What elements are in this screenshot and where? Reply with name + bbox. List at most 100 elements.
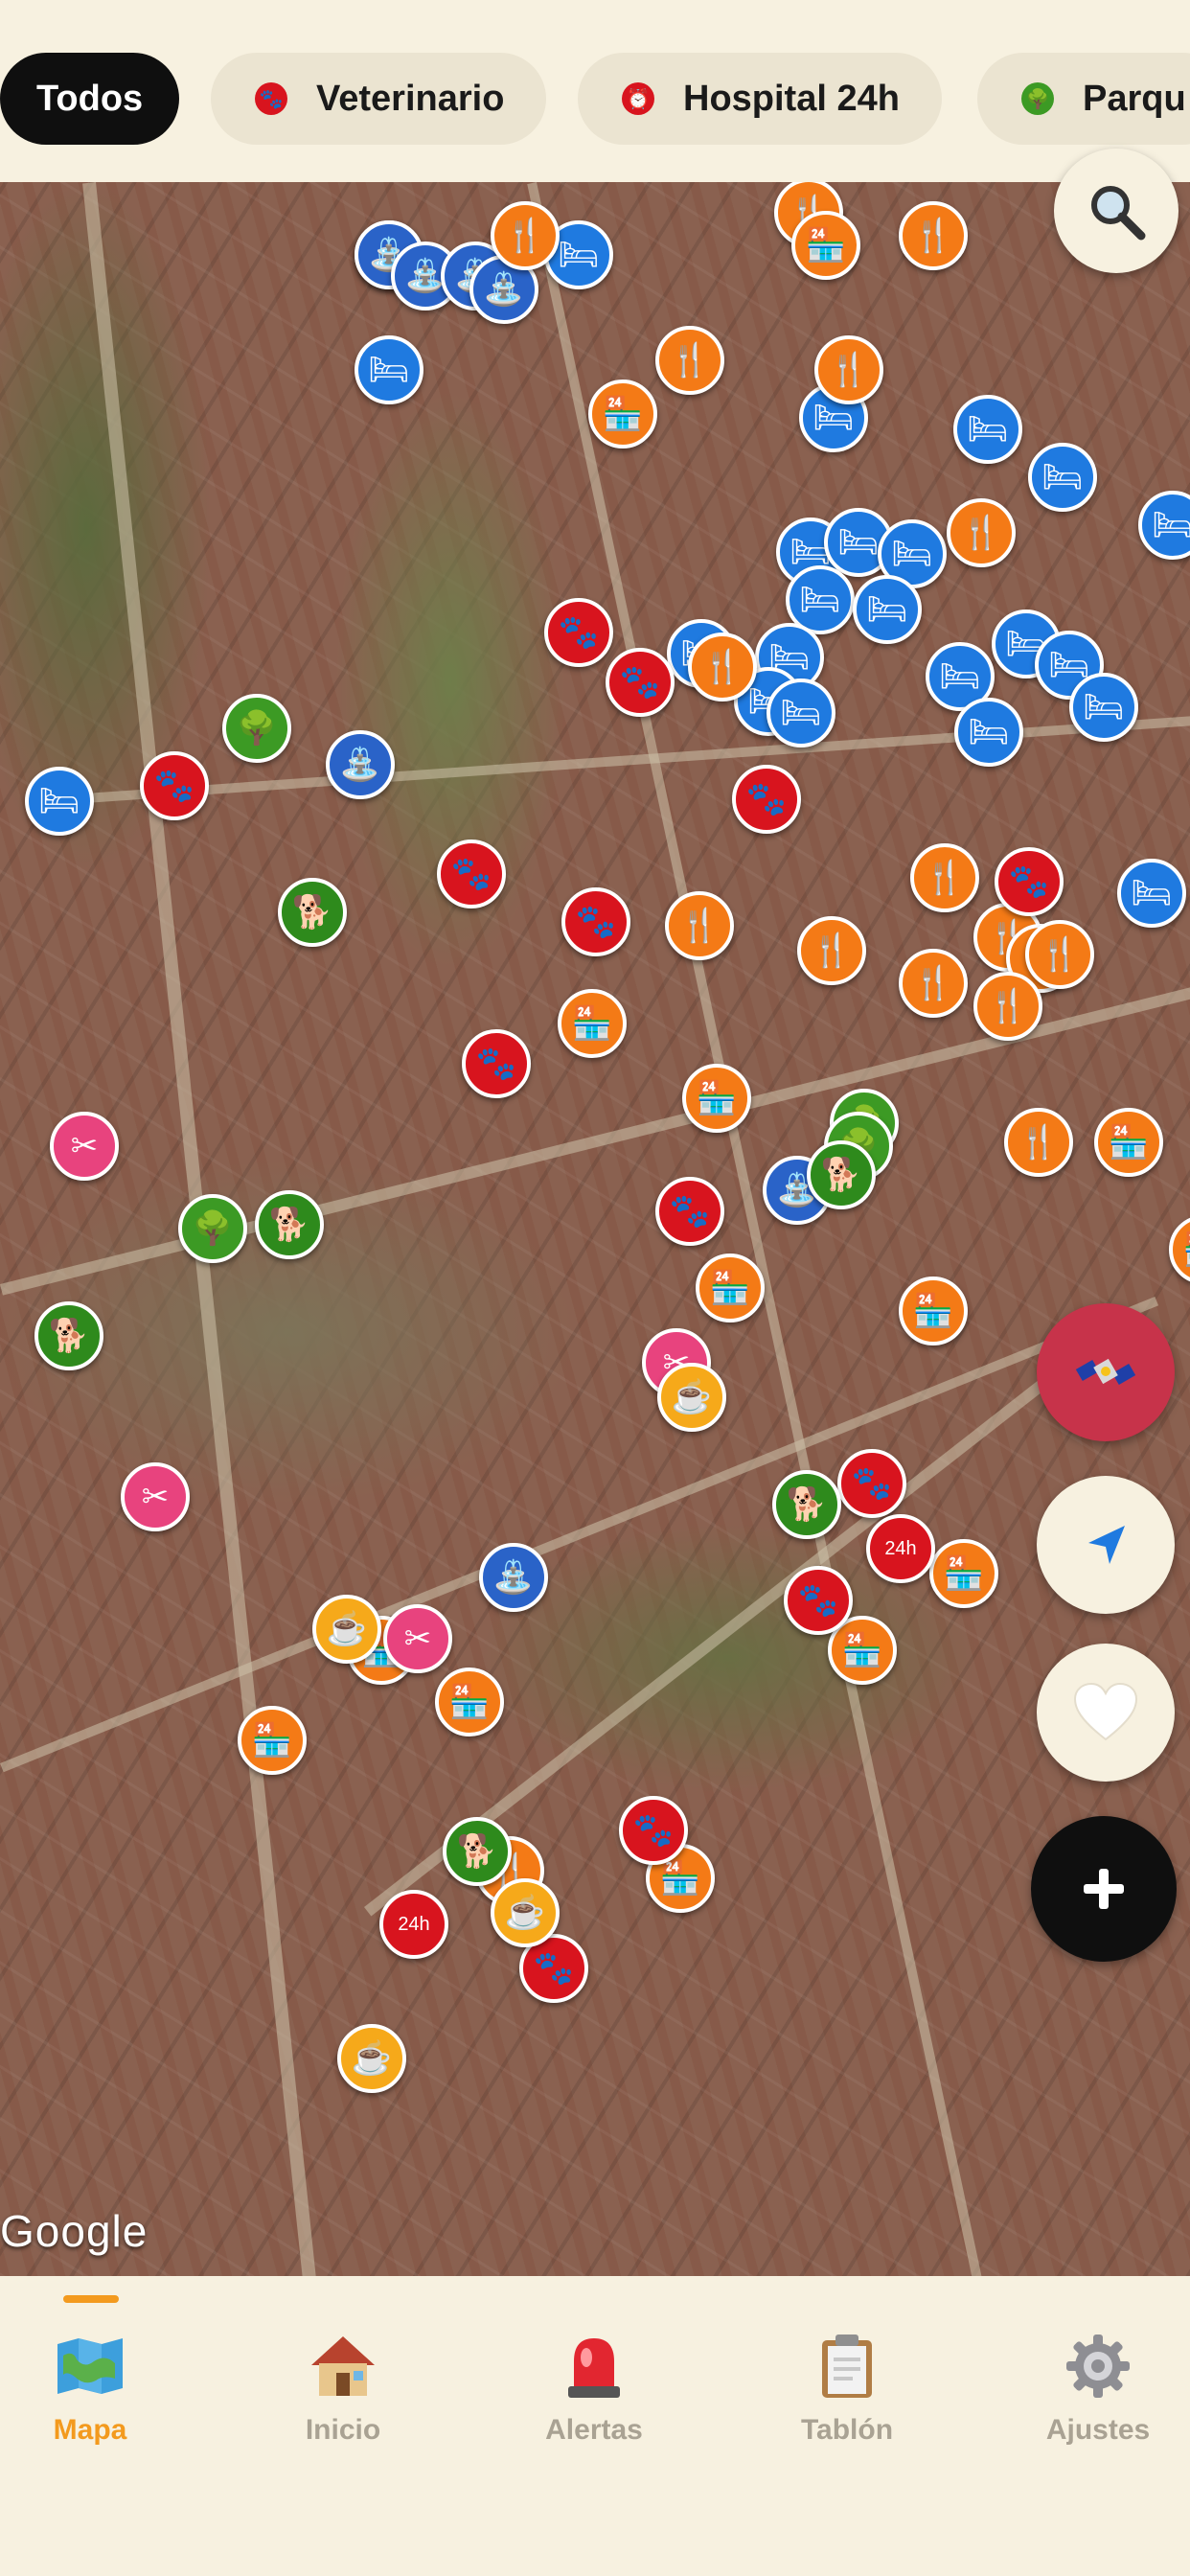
park-marker[interactable]: 🌳	[178, 1194, 247, 1263]
fork-knife-icon: 🍴	[1039, 936, 1081, 973]
hotel-marker[interactable]: 🛏	[1069, 673, 1138, 742]
fork-knife-icon: 🍴	[504, 218, 546, 254]
shop-marker[interactable]: 🏪	[929, 1539, 998, 1608]
restaurant-marker[interactable]: 🍴	[947, 498, 1016, 567]
cafe-marker[interactable]: ☕	[312, 1595, 381, 1664]
restaurant-marker[interactable]: 🍴	[814, 335, 883, 404]
restaurant-marker[interactable]: 🍴	[655, 326, 724, 395]
dog-area-marker[interactable]: 🐕	[772, 1470, 841, 1539]
restaurant-marker[interactable]: 🍴	[910, 843, 979, 912]
dog-icon: 🐕	[456, 1833, 498, 1870]
shop-marker[interactable]: 🏪	[791, 211, 860, 280]
hotel-marker[interactable]: 🛏	[853, 575, 922, 644]
hotel-marker[interactable]: 🛏	[1028, 443, 1097, 512]
restaurant-marker[interactable]: 🍴	[665, 891, 734, 960]
dog-area-marker[interactable]: 🐕	[255, 1190, 324, 1259]
hotel-marker[interactable]: 🛏	[1117, 859, 1186, 928]
hotel-marker[interactable]: 🛏	[953, 395, 1022, 464]
park-marker[interactable]: 🌳	[222, 694, 291, 763]
bed-paw-icon: 🛏	[1152, 507, 1190, 543]
map-layer-button[interactable]	[1037, 1303, 1175, 1441]
shop-marker[interactable]: 🏪	[238, 1706, 307, 1775]
tab-label: Alertas	[545, 2414, 643, 2446]
filter-chip-parques[interactable]: 🌳 Parqu	[977, 53, 1190, 145]
category-filter-bar: Todos 🐾 Veterinario ⏰ Hospital 24h 🌳 Par…	[0, 0, 1190, 182]
fork-knife-icon: 🍴	[701, 649, 744, 685]
tab-ajustes[interactable]: Ajustes	[1002, 2330, 1190, 2447]
grooming-marker[interactable]: ✂	[50, 1112, 119, 1181]
tab-tablon[interactable]: Tablón	[751, 2330, 943, 2447]
cafe-marker[interactable]: ☕	[657, 1363, 726, 1432]
search-button[interactable]	[1054, 149, 1179, 273]
dog-area-marker[interactable]: 🐕	[807, 1140, 876, 1209]
dog-icon: 🐕	[291, 894, 333, 931]
shop-marker[interactable]: 🏪	[899, 1276, 968, 1346]
fountain-marker[interactable]: ⛲	[479, 1543, 548, 1612]
hotel-marker[interactable]: 🛏	[1138, 491, 1190, 560]
restaurant-marker[interactable]: 🍴	[899, 949, 968, 1018]
shop-marker[interactable]: 🏪	[558, 989, 627, 1058]
gear-icon	[1062, 2330, 1134, 2403]
hotel-marker[interactable]: 🛏	[355, 335, 423, 404]
dog-area-marker[interactable]: 🐕	[278, 878, 347, 947]
hotel-marker[interactable]: 🛏	[954, 698, 1023, 767]
restaurant-marker[interactable]: 🍴	[899, 201, 968, 270]
vet-marker[interactable]: 🐾	[437, 840, 506, 908]
bed-paw-icon: 🛏	[939, 658, 981, 695]
paw-icon: 🐾	[797, 1582, 839, 1619]
favorites-button[interactable]	[1037, 1644, 1175, 1782]
hotel-marker[interactable]: 🛏	[25, 767, 94, 836]
tab-alertas[interactable]: Alertas	[498, 2330, 690, 2447]
my-location-button[interactable]	[1037, 1476, 1175, 1614]
restaurant-marker[interactable]: 🍴	[1004, 1108, 1073, 1177]
bed-paw-icon: 🛏	[1048, 647, 1090, 683]
filter-chip-label: Veterinario	[316, 78, 505, 119]
map-road	[527, 182, 995, 2276]
vet-marker[interactable]: 🐾	[837, 1449, 906, 1518]
grooming-marker[interactable]: ✂	[383, 1604, 452, 1673]
hospital-24h-marker[interactable]: 24h	[866, 1514, 935, 1583]
shop-marker[interactable]: 🏪	[682, 1064, 751, 1133]
vet-marker[interactable]: 🐾	[140, 751, 209, 820]
fountain-marker[interactable]: ⛲	[326, 730, 395, 799]
shop-marker[interactable]: 🏪	[435, 1668, 504, 1736]
vet-marker[interactable]: 🐾	[619, 1796, 688, 1865]
restaurant-marker[interactable]: 🍴	[491, 201, 560, 270]
tab-mapa[interactable]: Mapa	[0, 2330, 186, 2447]
restaurant-marker[interactable]: 🍴	[688, 632, 757, 702]
shop-marker[interactable]: 🏪	[588, 380, 657, 448]
vet-marker[interactable]: 🐾	[784, 1566, 853, 1635]
tab-inicio[interactable]: Inicio	[247, 2330, 439, 2447]
restaurant-marker[interactable]: 🍴	[1025, 920, 1094, 989]
restaurant-marker[interactable]: 🍴	[973, 972, 1042, 1041]
dog-area-marker[interactable]: 🐕	[34, 1301, 103, 1370]
shop-icon: 🏪	[912, 1293, 954, 1329]
cafe-marker[interactable]: ☕	[337, 2024, 406, 2093]
restaurant-marker[interactable]: 🍴	[797, 916, 866, 985]
dog-area-marker[interactable]: 🐕	[443, 1817, 512, 1886]
shop-marker[interactable]: 🏪	[1094, 1108, 1163, 1177]
add-place-button[interactable]	[1031, 1816, 1177, 1962]
vet-marker[interactable]: 🐾	[995, 847, 1064, 916]
park-bench-icon: 🌳	[192, 1210, 234, 1247]
satellite-map[interactable]: 🛏 🛏 🛏 🛏 🛏 🛏 🛏 🛏 🛏 🛏 🛏 🛏 🛏 🛏 🛏 🛏 🛏 🛏 🛏 🛏 …	[0, 182, 1190, 2276]
hospital-24h-marker[interactable]: 24h	[379, 1890, 448, 1959]
paw-icon: 🐾	[450, 856, 492, 892]
filter-chip-veterinario[interactable]: 🐾 Veterinario	[211, 53, 547, 145]
hotel-marker[interactable]: 🛏	[767, 678, 835, 748]
shop-marker[interactable]: 🏪	[1169, 1215, 1190, 1284]
filter-chip-todos[interactable]: Todos	[0, 53, 180, 145]
shop-marker[interactable]: 🏪	[696, 1254, 765, 1322]
vet-marker[interactable]: 🐾	[606, 648, 675, 717]
vet-marker[interactable]: 🐾	[462, 1029, 531, 1098]
vet-marker[interactable]: 🐾	[544, 598, 613, 667]
vet-marker[interactable]: 🐾	[732, 765, 801, 834]
filter-chip-hospital-24h[interactable]: ⏰ Hospital 24h	[578, 53, 942, 145]
vet-marker[interactable]: 🐾	[655, 1177, 724, 1246]
shop-icon: 🏪	[943, 1555, 985, 1592]
grooming-marker[interactable]: ✂	[121, 1462, 190, 1531]
vet-marker[interactable]: 🐾	[561, 887, 630, 956]
paw-icon: 🐾	[558, 614, 600, 651]
cafe-marker[interactable]: ☕	[491, 1878, 560, 1947]
bed-paw-icon: 🛏	[891, 536, 933, 572]
